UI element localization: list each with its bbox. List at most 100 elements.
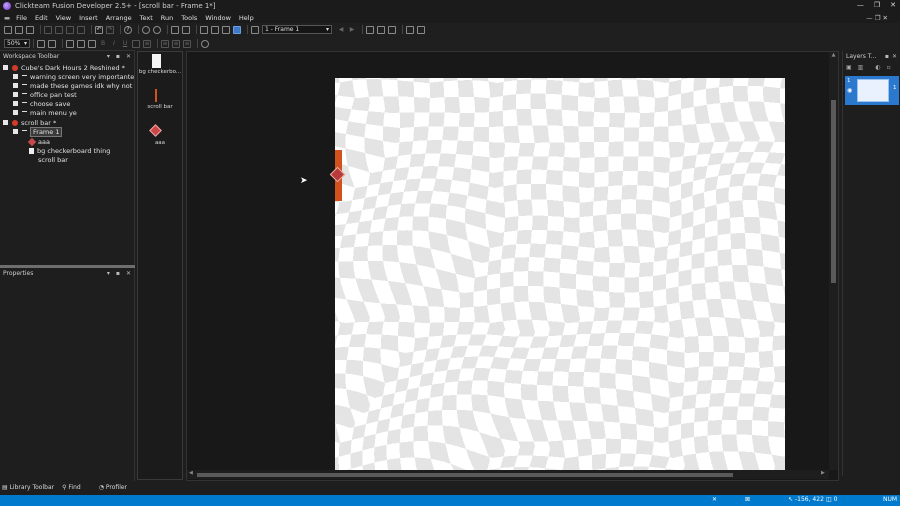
back-icon[interactable] [142,25,150,34]
chevron-down-icon[interactable]: ▾ [107,270,110,277]
close-icon[interactable]: ✕ [892,53,897,60]
grid-toggle-icon[interactable] [66,39,74,48]
snap-icon[interactable] [417,25,425,34]
tree-object[interactable]: bg checkerboard thing [29,146,110,155]
eye-icon[interactable]: ◉ [847,87,852,94]
menu-help[interactable]: Help [239,14,254,22]
align-left-icon[interactable]: ≡ [143,39,151,48]
expand-icon[interactable] [13,110,18,115]
next-frame-icon[interactable]: ▶ [348,26,356,34]
pin-icon[interactable]: ▪ [116,270,120,277]
chevron-down-icon[interactable]: ▾ [107,53,110,60]
frame-editor-icon[interactable] [182,25,190,34]
frame-editor[interactable]: ➤ ▲ ◀ ▶ [186,51,839,481]
open-icon[interactable] [15,25,23,34]
tab-profiler[interactable]: ◔ Profiler [99,484,127,491]
align-icon[interactable] [366,25,374,34]
tree-frame[interactable]: made these games idk why not [13,81,132,90]
frame-select[interactable]: 1 - Frame 1 ▾ [262,25,332,34]
justify-icon[interactable]: ≡ [183,39,191,48]
close-icon[interactable]: ✕ [126,53,131,60]
run-frame-icon[interactable] [233,25,241,34]
menu-window[interactable]: Window [205,14,231,22]
expand-icon[interactable] [13,129,18,134]
data-elements-icon[interactable] [222,25,230,34]
layer-row-selected[interactable]: 1 ◉ 1 [845,76,899,105]
grid-icon[interactable] [406,25,414,34]
zoom-select[interactable]: 50% ▾ [4,39,30,48]
delete-layer-icon[interactable]: ▥ [858,64,864,71]
menu-insert[interactable]: Insert [79,14,98,22]
menu-view[interactable]: View [56,14,71,22]
close-icon[interactable]: ✕ [126,270,131,277]
event-editor-icon[interactable] [200,25,208,34]
scroll-up-icon[interactable]: ▲ [829,52,838,58]
align-center-icon[interactable]: ≡ [161,39,169,48]
expand-icon[interactable] [13,74,18,79]
menu-arrange[interactable]: Arrange [106,14,132,22]
tree-frame[interactable]: warning screen very importante [13,72,134,81]
pencil-icon[interactable] [37,39,45,48]
redo-icon[interactable]: ↷ [106,25,114,34]
build-icon[interactable] [251,25,259,34]
tree-frame[interactable]: choose save [13,99,70,108]
expand-icon[interactable] [13,83,18,88]
help-icon[interactable]: ? [124,25,132,34]
expand-icon[interactable] [3,120,8,125]
pin-icon[interactable]: ▪ [116,53,120,60]
order-icon[interactable] [388,25,396,34]
tree-frame-selected[interactable]: Frame 1 [13,126,63,137]
horizontal-scrollbar[interactable]: ◀ ▶ [187,470,829,479]
event-list-icon[interactable] [211,25,219,34]
backdrop-thumbnail[interactable] [152,54,161,68]
tree-frame[interactable]: office pan test [13,90,77,99]
italic-icon[interactable]: I [110,40,118,48]
scrollbar-thumbnail[interactable] [155,89,157,102]
save-icon[interactable] [26,25,34,34]
copy-icon[interactable] [55,25,63,34]
vertical-scrollbar[interactable]: ▲ [829,52,838,470]
expand-icon[interactable] [13,101,18,106]
delete-icon[interactable] [77,25,85,34]
cut-icon[interactable] [44,25,52,34]
tree-object[interactable]: scroll bar [29,155,68,164]
paste-icon[interactable] [66,25,74,34]
pin-icon[interactable]: ▪ [885,53,889,60]
system-menu-icon[interactable]: ▬ [4,14,10,22]
bold-icon[interactable]: B [99,40,107,48]
maximize-button[interactable]: ❐ [874,1,880,9]
undo-icon[interactable]: ↶ [95,25,103,34]
new-icon[interactable] [4,25,12,34]
tab-find[interactable]: ⚲ Find [62,484,81,491]
lock-icon[interactable]: ▫ [887,64,891,71]
menu-file[interactable]: File [16,14,27,22]
tree-app[interactable]: Cube's Dark Hours 2 Reshined * [3,63,125,72]
add-layer-icon[interactable]: ▣ [846,64,852,71]
expand-icon[interactable] [13,92,18,97]
frame-canvas[interactable] [335,78,785,471]
mdi-controls[interactable]: — ❐ ✕ [866,14,888,22]
search-icon[interactable] [201,39,209,48]
tab-library-toolbar[interactable]: ▤ Library Toolbar [2,484,54,491]
storyboard-editor-icon[interactable] [171,25,179,34]
layer-visibility-icon[interactable]: ◐ [875,64,880,71]
menu-run[interactable]: Run [161,14,173,22]
menu-text[interactable]: Text [140,14,153,22]
select-icon[interactable] [48,39,56,48]
scroll-left-icon[interactable]: ◀ [189,470,193,476]
text-color-icon[interactable] [132,39,140,48]
underline-icon[interactable]: U [121,40,129,48]
expand-icon[interactable] [3,65,8,70]
vertical-scroll-thumb[interactable] [831,100,836,283]
align-right-icon[interactable]: ≡ [172,39,180,48]
horizontal-scroll-thumb[interactable] [197,473,733,477]
close-button[interactable]: ✕ [890,1,896,9]
menu-tools[interactable]: Tools [181,14,197,22]
forward-icon[interactable] [153,25,161,34]
distribute-icon[interactable] [377,25,385,34]
scroll-right-icon[interactable]: ▶ [821,470,825,476]
properties-toggle-icon[interactable] [88,39,96,48]
diamond-thumbnail[interactable] [149,124,162,137]
tree-object[interactable]: aaa [27,137,50,146]
tree-frame[interactable]: main menu ye [13,108,77,117]
